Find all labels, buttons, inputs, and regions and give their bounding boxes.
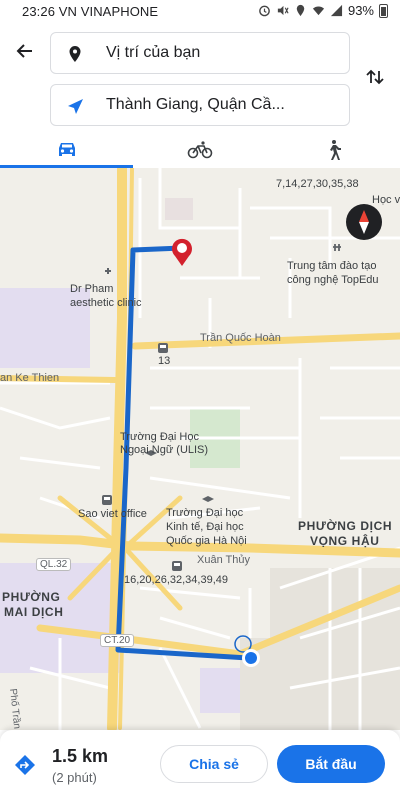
- map-label-topedu-2: công nghệ TopEdu: [287, 274, 379, 286]
- map-label-econ-2: Kinh tế, Đại học: [166, 521, 244, 533]
- tab-walk[interactable]: [266, 132, 399, 168]
- bus-stop-icon: [158, 343, 168, 353]
- map-label-route-shield: CT.20: [100, 634, 135, 647]
- my-location-dot: [245, 652, 257, 664]
- start-button[interactable]: Bắt đầu: [277, 745, 385, 783]
- map-label-road: Trần Quốc Hoàn: [200, 332, 281, 344]
- wifi-icon: [312, 6, 325, 16]
- status-icons: 93%: [258, 3, 388, 18]
- walking-icon: [329, 140, 341, 160]
- alarm-icon: [259, 5, 270, 17]
- bus-stop-icon: [172, 561, 182, 571]
- travel-mode-tabs: [0, 132, 400, 168]
- map-label-route-shield: QL.32: [36, 558, 72, 571]
- share-button[interactable]: Chia sẻ: [160, 745, 268, 783]
- map-label-bus-routes: 7,14,27,30,35,38: [276, 178, 359, 190]
- battery-percent: 93%: [347, 3, 374, 18]
- navigation-arrow-icon: [68, 99, 83, 114]
- destination-text: Thành Giang, Quận Cầ...: [106, 96, 285, 113]
- map-label-clinic-2: aesthetic clinic: [70, 297, 142, 309]
- map-label-clinic: Dr Pham: [70, 283, 114, 295]
- map-building: [165, 198, 193, 220]
- destination-pin[interactable]: [172, 238, 193, 266]
- swap-button[interactable]: [362, 64, 388, 90]
- directions-icon: [15, 755, 35, 775]
- tab-drive[interactable]: [0, 132, 133, 168]
- map-label-econ-3: Quốc gia Hà Nội: [166, 535, 247, 547]
- tab-bike[interactable]: [133, 132, 266, 168]
- mute-icon: [277, 5, 289, 16]
- destination-field[interactable]: Thành Giang, Quận Cầ...: [50, 84, 350, 126]
- map-label-ward: PHƯỜNG: [2, 590, 61, 604]
- map-label-ward: PHƯỜNG DỊCH: [298, 519, 393, 533]
- place-pin-icon: [69, 46, 81, 62]
- bicycle-icon: [187, 141, 212, 159]
- map-label-ward-2: MAI DỊCH: [4, 605, 64, 619]
- location-icon: [296, 4, 305, 17]
- origin-field[interactable]: Vị trí của bạn: [50, 32, 350, 74]
- map-label-road: Xuân Thủy: [197, 554, 251, 566]
- route-distance: 1.5 km: [52, 746, 109, 766]
- back-button[interactable]: [10, 36, 40, 66]
- school-poi-icon: [202, 496, 214, 502]
- map-view[interactable]: 7,14,27,30,35,38 Học v Dr Pham aesthetic…: [0, 168, 400, 730]
- compass-icon: [359, 210, 369, 234]
- map-label-bus-routes: 16,20,26,32,34,39,49: [124, 574, 228, 586]
- school-poi-icon: [333, 244, 341, 251]
- map-label-road: an Ke Thien: [0, 372, 60, 384]
- map-label-topedu: Trung tâm đào tạo: [287, 260, 377, 272]
- map-label-ulis: Trường Đại Học: [120, 431, 199, 443]
- map-label-econ: Trường Đại học: [166, 507, 244, 519]
- route-summary-bar: 1.5 km (2 phút) Chia sẻ Bắt đầu: [0, 730, 400, 800]
- map-label-ward-2: VỌNG HẬU: [310, 534, 380, 548]
- route-duration: (2 phút): [52, 770, 97, 785]
- car-icon: [58, 143, 75, 156]
- status-bar: 23:26 VN VINAPHONE 93%: [0, 0, 400, 24]
- signal-icon: [330, 4, 343, 17]
- map-label-ulis-2: Ngoại Ngữ (ULIS): [120, 444, 209, 456]
- map-label-bus-13: 13: [158, 355, 171, 367]
- arrow-back-icon: [16, 44, 32, 58]
- swap-vertical-icon: [366, 69, 384, 85]
- origin-text: Vị trí của bạn: [106, 44, 201, 61]
- map-label-sao-viet: Sao viet office: [78, 508, 147, 520]
- battery-icon: [379, 3, 388, 18]
- map-blocks: [240, 568, 400, 730]
- medical-poi-icon: [105, 268, 111, 274]
- bus-stop-icon: [102, 495, 112, 505]
- status-time-carrier: 23:26 VN VINAPHONE: [22, 4, 159, 19]
- compass-button[interactable]: [346, 204, 382, 240]
